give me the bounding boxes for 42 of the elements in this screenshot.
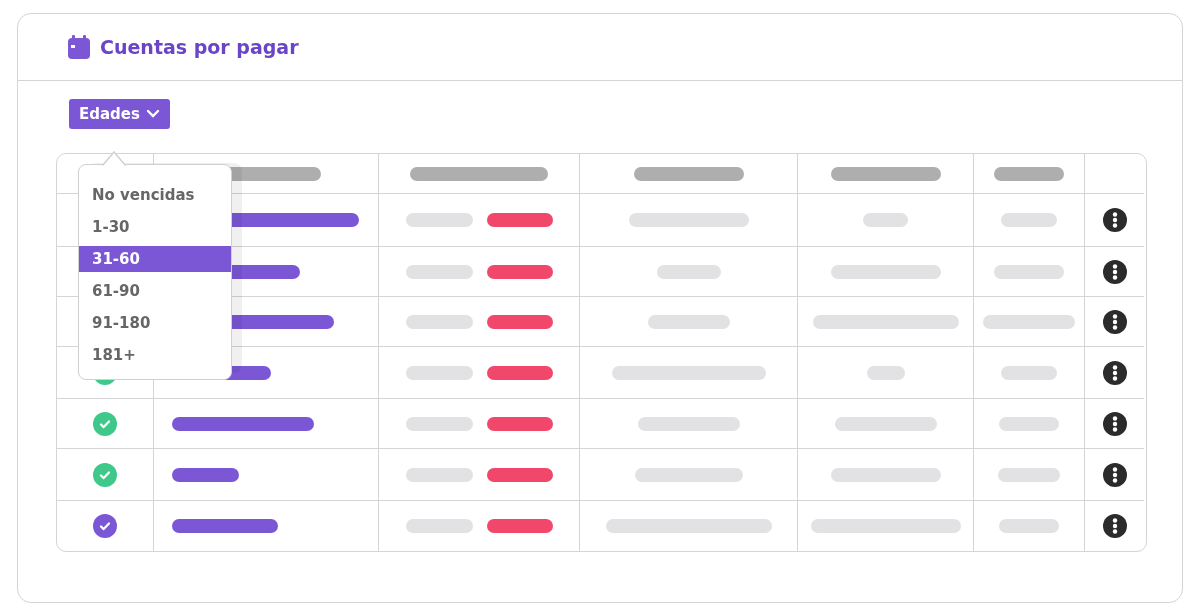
placeholder-bar (486, 416, 553, 431)
placeholder-bar (486, 365, 553, 380)
page-title: Cuentas por pagar (100, 36, 299, 58)
more-icon[interactable] (1102, 259, 1127, 284)
placeholder-bar (656, 264, 721, 279)
more-icon[interactable] (1102, 309, 1127, 334)
placeholder-bar (486, 519, 553, 533)
more-icon[interactable] (1102, 208, 1127, 232)
menu-item[interactable]: 1-30 (79, 211, 231, 243)
placeholder-bar (486, 264, 553, 279)
more-icon[interactable] (1102, 411, 1127, 436)
placeholder-bar (999, 416, 1059, 431)
placeholder-bar (486, 314, 553, 329)
placeholder-bar (405, 264, 473, 279)
filter-dropdown-button[interactable]: Edades (69, 99, 170, 129)
placeholder-bar (994, 166, 1064, 181)
more-icon[interactable] (1102, 360, 1127, 385)
placeholder-bar (405, 519, 473, 533)
placeholder-bar (172, 467, 239, 482)
placeholder-bar (999, 519, 1059, 533)
placeholder-bar (1001, 213, 1057, 227)
placeholder-bar (405, 213, 473, 227)
placeholder-bar (405, 467, 473, 482)
more-icon[interactable] (1102, 514, 1127, 538)
placeholder-bar (1001, 365, 1057, 380)
placeholder-bar (486, 467, 553, 482)
placeholder-bar (486, 213, 553, 227)
menu-item[interactable]: 91-180 (79, 307, 231, 339)
calendar-icon (68, 35, 90, 59)
placeholder-bar (405, 416, 473, 431)
menu-item[interactable]: 61-90 (79, 275, 231, 307)
more-icon[interactable] (1102, 462, 1127, 487)
placeholder-bar (866, 365, 905, 380)
placeholder-bar (405, 365, 473, 380)
placeholder-bar (405, 314, 473, 329)
chevron-down-icon (145, 109, 160, 119)
menu-item[interactable]: 181+ (79, 339, 231, 371)
placeholder-bar (998, 467, 1060, 482)
placeholder-bar (994, 264, 1064, 279)
placeholder-bar (863, 213, 908, 227)
menu-item[interactable]: No vencidas (79, 179, 231, 211)
menu-item[interactable]: 31-60 (79, 246, 231, 272)
